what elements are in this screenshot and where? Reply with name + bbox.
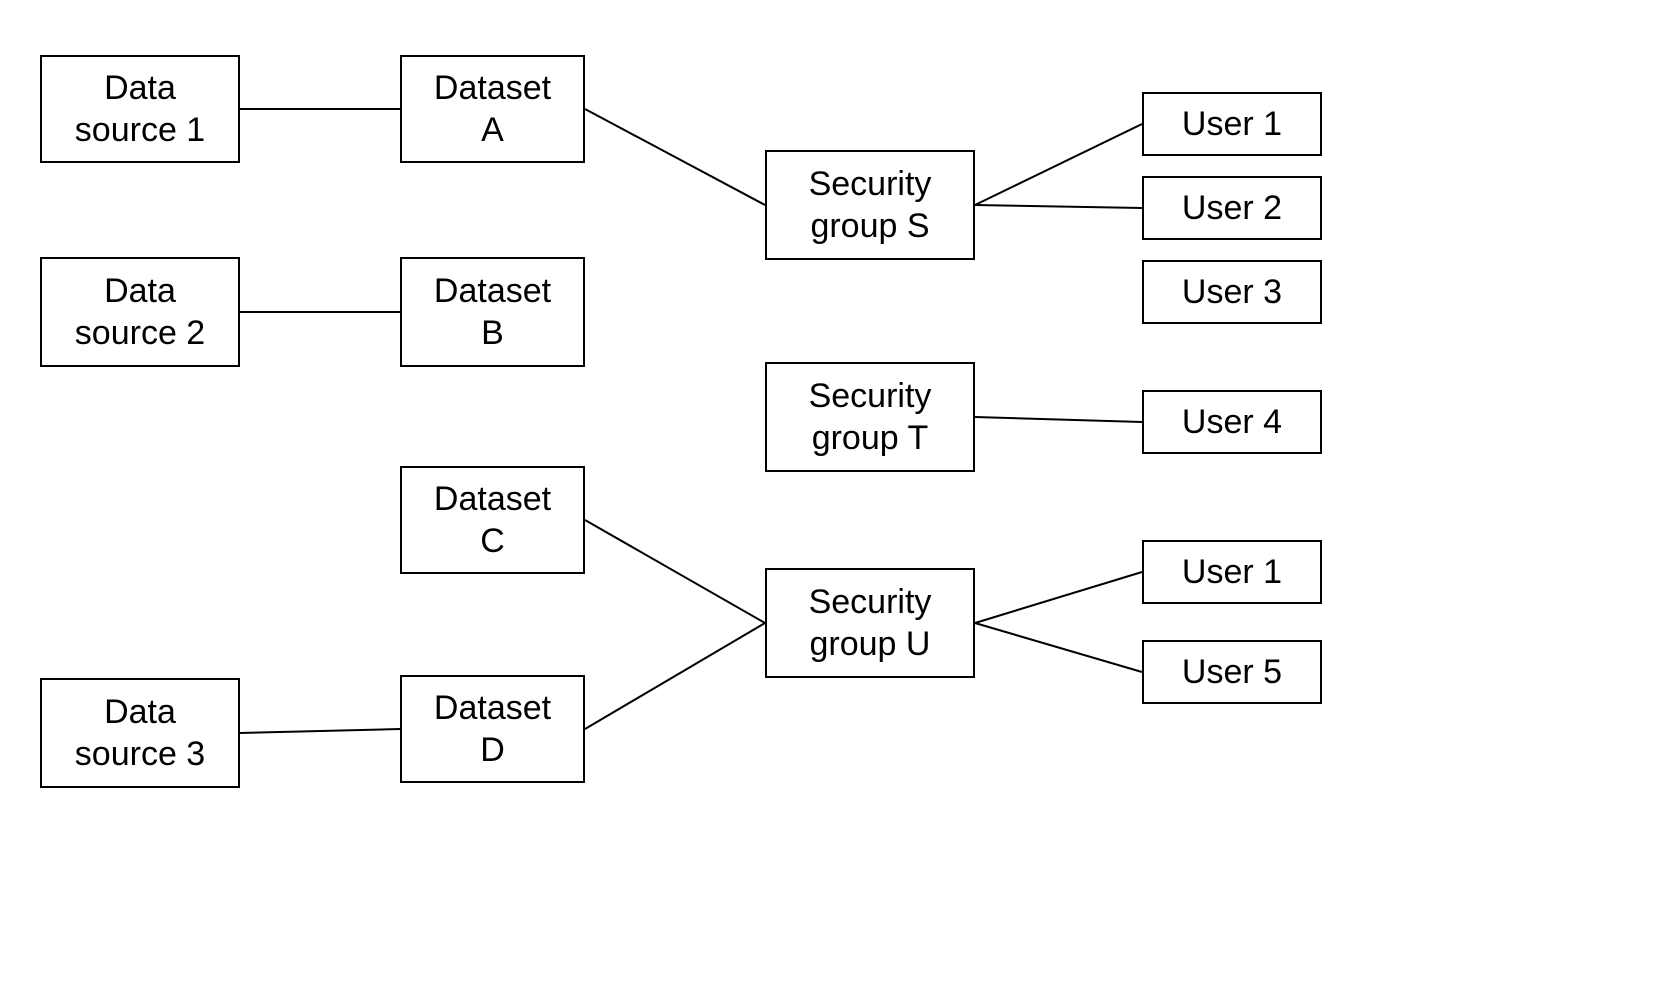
node-user-1-top: User 1 [1142, 92, 1322, 156]
node-dataset-b: Dataset B [400, 257, 585, 367]
edge-security_group_t-to-user_4 [975, 417, 1142, 422]
node-dataset-a: Dataset A [400, 55, 585, 163]
node-user-4: User 4 [1142, 390, 1322, 454]
edge-dataset_c-to-security_group_u [585, 520, 765, 623]
node-dataset-d: Dataset D [400, 675, 585, 783]
node-user-1-bottom: User 1 [1142, 540, 1322, 604]
node-user-5: User 5 [1142, 640, 1322, 704]
edge-security_group_s-to-user_1a [975, 124, 1142, 205]
edge-dataset_d-to-security_group_u [585, 623, 765, 729]
edge-dataset_a-to-security_group_s [585, 109, 765, 205]
edge-security_group_u-to-user_1b [975, 572, 1142, 623]
node-dataset-c: Dataset C [400, 466, 585, 574]
node-user-2: User 2 [1142, 176, 1322, 240]
edge-data_source_3-to-dataset_d [240, 729, 400, 733]
edge-security_group_s-to-user_2 [975, 205, 1142, 208]
diagram-canvas: Data source 1 Data source 2 Data source … [0, 0, 1678, 998]
node-data-source-2: Data source 2 [40, 257, 240, 367]
node-data-source-3: Data source 3 [40, 678, 240, 788]
node-security-group-s: Security group S [765, 150, 975, 260]
node-security-group-t: Security group T [765, 362, 975, 472]
node-security-group-u: Security group U [765, 568, 975, 678]
edge-security_group_u-to-user_5 [975, 623, 1142, 672]
node-user-3: User 3 [1142, 260, 1322, 324]
node-data-source-1: Data source 1 [40, 55, 240, 163]
